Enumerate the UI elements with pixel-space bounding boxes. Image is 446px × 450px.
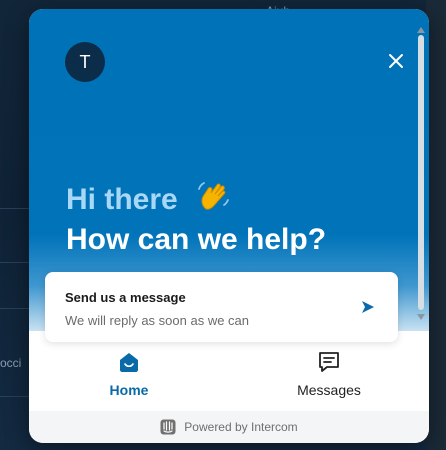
- scrollbar[interactable]: [415, 27, 427, 327]
- scroll-down-arrow-icon[interactable]: [417, 314, 425, 320]
- send-message-card[interactable]: Send us a message We will reply as soon …: [45, 272, 398, 342]
- background-right-strip: [426, 0, 446, 450]
- greeting-line-2: How can we help?: [66, 223, 327, 256]
- powered-by-footer[interactable]: Powered by Intercom: [29, 411, 429, 443]
- tab-home-label: Home: [109, 382, 149, 398]
- avatar: T: [65, 42, 105, 82]
- send-message-title: Send us a message: [65, 290, 186, 305]
- send-arrow-icon: [362, 301, 374, 313]
- bottom-nav: Home Messages: [29, 331, 429, 411]
- send-message-subtitle: We will reply as soon as we can: [65, 313, 250, 328]
- powered-by-text: Powered by Intercom: [184, 420, 298, 434]
- avatar-initial: T: [79, 51, 91, 72]
- scroll-up-arrow-icon[interactable]: [417, 27, 425, 33]
- close-icon: [389, 54, 403, 68]
- scrollbar-thumb[interactable]: [418, 35, 424, 310]
- tab-messages-label: Messages: [297, 382, 361, 398]
- greeting-text: Hi there: [66, 183, 178, 216]
- wave-emoji-icon: [196, 181, 230, 219]
- greeting-line-1: Hi there: [66, 181, 230, 219]
- tab-home[interactable]: Home: [29, 331, 229, 411]
- messenger-widget: T Hi there How can we help? Home Message…: [29, 9, 429, 443]
- messages-icon: [319, 352, 339, 372]
- close-button[interactable]: [386, 51, 406, 71]
- background-text-fragment-left: occi: [0, 356, 22, 370]
- intercom-logo-icon: [160, 419, 176, 435]
- tab-messages[interactable]: Messages: [229, 331, 429, 411]
- home-icon: [120, 353, 138, 372]
